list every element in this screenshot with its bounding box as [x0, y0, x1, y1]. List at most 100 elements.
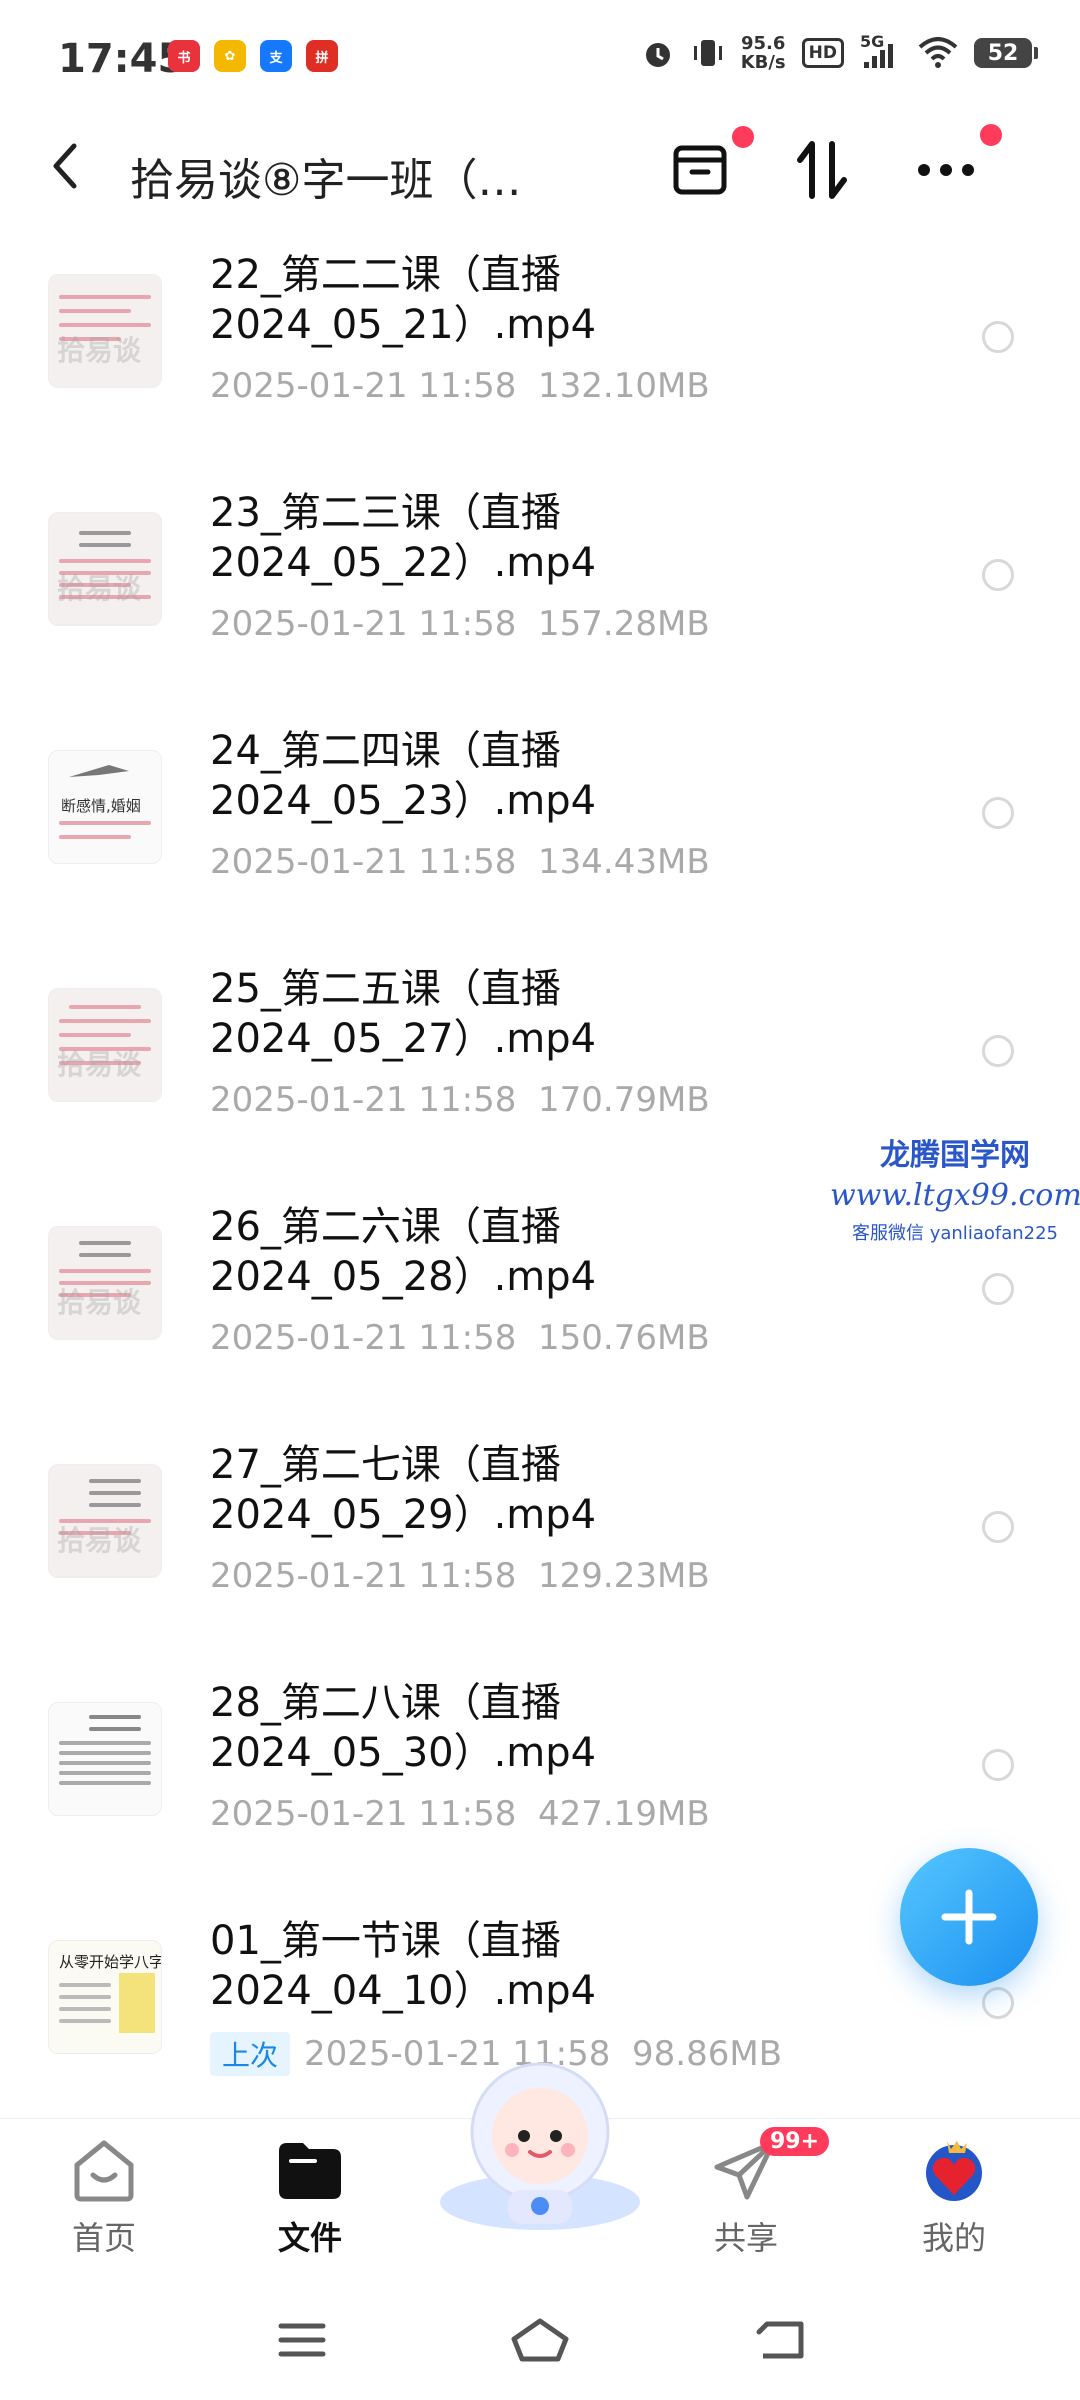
select-radio[interactable]: [982, 1511, 1014, 1543]
video-thumbnail: 拾易谈: [48, 1464, 162, 1578]
file-row[interactable]: 28_第二八课（直播 2024_05_30）.mp4 2025-01-21 11…: [0, 1666, 1080, 1904]
file-size: 427.19MB: [538, 1794, 710, 1834]
file-name-line: 27_第二七课（直播: [210, 1442, 561, 1488]
plus-icon: [941, 1889, 997, 1945]
file-meta: 2025-01-21 11:58 170.79MB: [210, 1080, 710, 1120]
system-nav-bar: [0, 2290, 1080, 2400]
file-date: 2025-01-21 11:58: [210, 1556, 517, 1596]
file-name-line: 28_第二八课（直播: [210, 1680, 561, 1726]
more-button[interactable]: [906, 124, 1002, 210]
home-icon: [74, 2140, 134, 2202]
file-name-line: 2024_05_27）.mp4: [210, 1016, 597, 1062]
file-meta: 2025-01-21 11:58 157.28MB: [210, 604, 710, 644]
file-date: 2025-01-21 11:58: [210, 1318, 517, 1358]
hd-badge: HD: [801, 38, 844, 68]
alarm-icon: [645, 43, 670, 67]
avatar-icon: [926, 2141, 982, 2201]
back-arrow-icon: [53, 143, 77, 189]
select-radio[interactable]: [982, 1749, 1014, 1781]
file-name-line: 2024_04_10）.mp4: [210, 1968, 597, 2014]
tab-home[interactable]: 首页: [34, 2137, 174, 2259]
file-meta: 2025-01-21 11:58 150.76MB: [210, 1318, 710, 1358]
tab-files-label: 文件: [277, 2219, 342, 2257]
file-name-line: 25_第二五课（直播: [210, 966, 561, 1012]
select-radio[interactable]: [982, 1273, 1014, 1305]
video-thumbnail: 断感情,婚姻: [48, 750, 162, 864]
select-radio[interactable]: [982, 321, 1014, 353]
status-right: 95.6 KB/s HD 5G 52: [641, 32, 1038, 73]
file-row[interactable]: 拾易谈 25_第二五课（直播 2024_05_27）.mp4 2025-01-2…: [0, 952, 1080, 1190]
tab-share[interactable]: 99+ 共享: [676, 2127, 830, 2259]
sort-button[interactable]: [782, 130, 862, 210]
file-name-line: 26_第二六课（直播: [210, 1204, 561, 1250]
back-system-button[interactable]: [740, 2310, 820, 2370]
select-radio[interactable]: [982, 797, 1014, 829]
video-thumbnail: 拾易谈: [48, 1226, 162, 1340]
file-name: 28_第二八课（直播 2024_05_30）.mp4: [210, 1678, 596, 1778]
file-name-line: 2024_05_30）.mp4: [210, 1730, 597, 1776]
back-button[interactable]: [50, 140, 80, 206]
signal-5g-icon: 5G: [860, 32, 902, 70]
file-date: 2025-01-21 11:58: [210, 1080, 517, 1120]
notification-dot: [732, 126, 754, 148]
video-thumbnail: 拾易谈: [48, 988, 162, 1102]
home-system-button[interactable]: [500, 2310, 580, 2370]
thumbnail-text: 从零开始学八字: [59, 1953, 162, 1971]
status-time: 17:45: [58, 36, 186, 82]
wifi-icon: [918, 37, 958, 68]
file-date: 2025-01-21 11:58: [210, 842, 517, 882]
file-name: 24_第二四课（直播 2024_05_23）.mp4: [210, 726, 596, 826]
recent-apps-button[interactable]: [262, 2310, 342, 2370]
file-row[interactable]: 拾易谈 22_第二二课（直播 2024_05_21）.mp4 2025-01-2…: [0, 238, 1080, 476]
notification-icons: 书 ✿ 支 拼: [168, 40, 338, 72]
app-notification-icon: ✿: [214, 40, 246, 72]
file-date: 2025-01-21 11:58: [210, 604, 517, 644]
video-thumbnail: 拾易谈: [48, 512, 162, 626]
archive-button[interactable]: [660, 126, 754, 210]
file-name-line: 01_第一节课（直播: [210, 1918, 561, 1964]
page-title: 拾易谈⑧字一班（…: [130, 155, 522, 206]
file-name-line: 22_第二二课（直播: [210, 252, 561, 298]
mascot-icon: [440, 2062, 640, 2230]
file-name-line: 2024_05_28）.mp4: [210, 1254, 597, 1300]
add-button[interactable]: [900, 1848, 1038, 1986]
file-row[interactable]: 拾易谈 26_第二六课（直播 2024_05_28）.mp4 2025-01-2…: [0, 1190, 1080, 1428]
file-name-line: 2024_05_29）.mp4: [210, 1492, 597, 1538]
vibrate-icon: [693, 40, 722, 66]
menu-icon: [278, 2323, 326, 2357]
home-outline-icon: [511, 2318, 569, 2362]
select-radio[interactable]: [982, 1987, 1014, 2019]
file-name: 25_第二五课（直播 2024_05_27）.mp4: [210, 964, 596, 1064]
file-row[interactable]: 断感情,婚姻 24_第二四课（直播 2024_05_23）.mp4 2025-0…: [0, 714, 1080, 952]
file-name-line: 2024_05_21）.mp4: [210, 302, 597, 348]
speed-value: 95.6: [740, 33, 786, 54]
file-list: 拾易谈 22_第二二课（直播 2024_05_21）.mp4 2025-01-2…: [0, 238, 1080, 2142]
file-name: 01_第一节课（直播 2024_04_10）.mp4: [210, 1916, 596, 2016]
file-size: 157.28MB: [538, 604, 710, 644]
tab-home-label: 首页: [71, 2219, 136, 2257]
top-bar: 拾易谈⑧字一班（…: [0, 110, 1080, 230]
back-system-icon: [756, 2321, 804, 2359]
select-radio[interactable]: [982, 559, 1014, 591]
tab-mine[interactable]: 我的: [884, 2137, 1024, 2259]
select-radio[interactable]: [982, 1035, 1014, 1067]
file-size: 150.76MB: [538, 1318, 710, 1358]
video-thumbnail: 从零开始学八字: [48, 1940, 162, 2054]
last-viewed-tag: 上次: [210, 2032, 291, 2076]
file-name: 23_第二三课（直播 2024_05_22）.mp4: [210, 488, 596, 588]
file-row[interactable]: 拾易谈 23_第二三课（直播 2024_05_22）.mp4 2025-01-2…: [0, 476, 1080, 714]
file-name-line: 24_第二四课（直播: [210, 728, 561, 774]
file-size: 129.23MB: [538, 1556, 710, 1596]
folder-icon: [279, 2143, 341, 2199]
tab-files[interactable]: 文件: [240, 2137, 380, 2259]
file-size: 132.10MB: [538, 366, 710, 406]
file-date: 2025-01-21 11:58: [210, 366, 517, 406]
file-row[interactable]: 拾易谈 27_第二七课（直播 2024_05_29）.mp4 2025-01-2…: [0, 1428, 1080, 1666]
status-bar: 17:45 书 ✿ 支 拼 95.6 KB/s HD 5G 52: [0, 0, 1080, 110]
app-notification-icon: 书: [168, 40, 200, 72]
sort-icon: [797, 141, 847, 199]
speed-unit: KB/s: [740, 52, 786, 73]
more-dots-icon: [918, 164, 974, 176]
archive-icon: [673, 145, 727, 195]
assistant-mascot-button[interactable]: [430, 2052, 650, 2232]
